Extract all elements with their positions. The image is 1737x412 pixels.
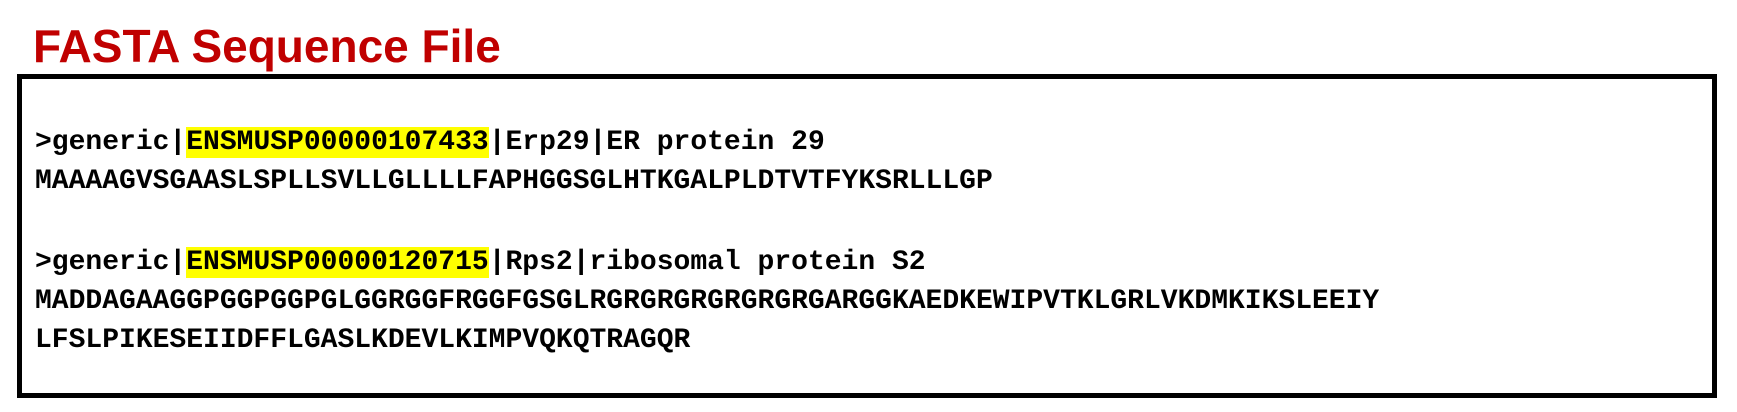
header-prefix: >generic| [35,127,187,158]
accession-highlight: ENSMUSP00000120715 [186,247,489,278]
header-description: |Erp29|ER protein 29 [488,127,825,158]
fasta-record: >generic|ENSMUSP00000107433|Erp29|ER pro… [35,123,993,201]
header-description: |Rps2|ribosomal protein S2 [488,247,926,278]
accession-highlight: ENSMUSP00000107433 [186,127,489,158]
fasta-header-line: >generic|ENSMUSP00000120715|Rps2|ribosom… [35,243,1379,282]
fasta-file-panel: >generic|ENSMUSP00000107433|Erp29|ER pro… [17,74,1717,398]
header-prefix: >generic| [35,247,187,278]
fasta-record: >generic|ENSMUSP00000120715|Rps2|ribosom… [35,243,1379,360]
page-title: FASTA Sequence File [33,20,501,72]
sequence-line: MADDAGAAGGPGGPGGPGLGGRGGFRGGFGSGLRGRGRGR… [35,286,1380,317]
sequence-line: LFSLPIKESEIIDFFLGASLKDEVLKIMPVQKQTRAGQR [35,325,691,356]
sequence-line: MAAAAGVSGAASLSPLLSVLLGLLLLFAPHGGSGLHTKGA… [35,166,993,197]
fasta-header-line: >generic|ENSMUSP00000107433|Erp29|ER pro… [35,123,993,162]
